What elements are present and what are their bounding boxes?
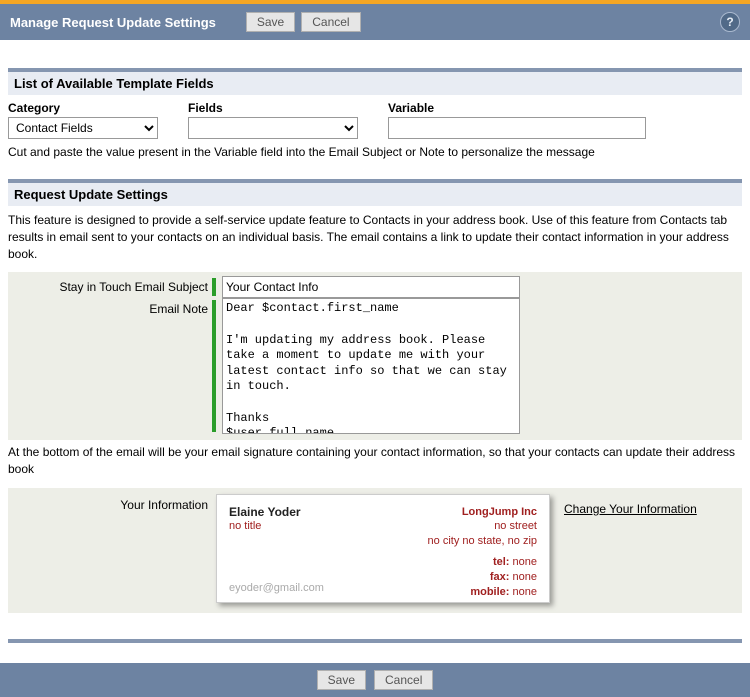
email-form-panel: Stay in Touch Email Subject Email Note [8, 272, 742, 440]
subject-label: Stay in Touch Email Subject [8, 276, 212, 298]
fax-value: none [513, 571, 537, 583]
signature-hint: At the bottom of the email will be your … [8, 444, 742, 478]
template-fields-row: Category Contact Fields Fields Variable [8, 101, 742, 139]
category-select[interactable]: Contact Fields [8, 117, 158, 139]
variable-label: Variable [388, 101, 646, 115]
card-street: no street [428, 519, 537, 533]
header-bar: Manage Request Update Settings Save Canc… [0, 4, 750, 40]
footer-save-button[interactable]: Save [317, 670, 366, 690]
fax-label: fax: [490, 571, 510, 583]
business-card: Elaine Yoder no title LongJump Inc no st… [216, 494, 550, 603]
mobile-value: none [513, 586, 537, 598]
subject-input[interactable] [222, 276, 520, 298]
page-title: Manage Request Update Settings [10, 15, 216, 30]
note-textarea[interactable] [222, 298, 520, 434]
tel-label: tel: [493, 556, 510, 568]
note-label: Email Note [8, 298, 212, 320]
save-button[interactable]: Save [246, 12, 295, 32]
footer-cancel-button[interactable]: Cancel [374, 670, 433, 690]
your-info-panel: Your Information Elaine Yoder no title L… [8, 488, 742, 613]
variable-input[interactable] [388, 117, 646, 139]
change-info-link[interactable]: Change Your Information [564, 502, 697, 603]
template-fields-heading: List of Available Template Fields [8, 68, 742, 95]
help-icon[interactable]: ? [720, 12, 740, 32]
footer-divider [8, 639, 742, 643]
mobile-label: mobile: [470, 586, 509, 598]
card-company: LongJump Inc [428, 505, 537, 519]
required-indicator [212, 300, 216, 432]
request-update-heading: Request Update Settings [8, 179, 742, 206]
fields-label: Fields [188, 101, 358, 115]
cancel-button[interactable]: Cancel [301, 12, 360, 32]
required-indicator [212, 278, 216, 296]
tel-value: none [513, 556, 537, 568]
card-citystatezip: no city no state, no zip [428, 534, 537, 548]
request-update-description: This feature is designed to provide a se… [8, 212, 742, 262]
your-info-label: Your Information [8, 494, 216, 603]
fields-select[interactable] [188, 117, 358, 139]
template-hint: Cut and paste the value present in the V… [8, 145, 742, 159]
footer-bar: Save Cancel [0, 663, 750, 697]
category-label: Category [8, 101, 158, 115]
